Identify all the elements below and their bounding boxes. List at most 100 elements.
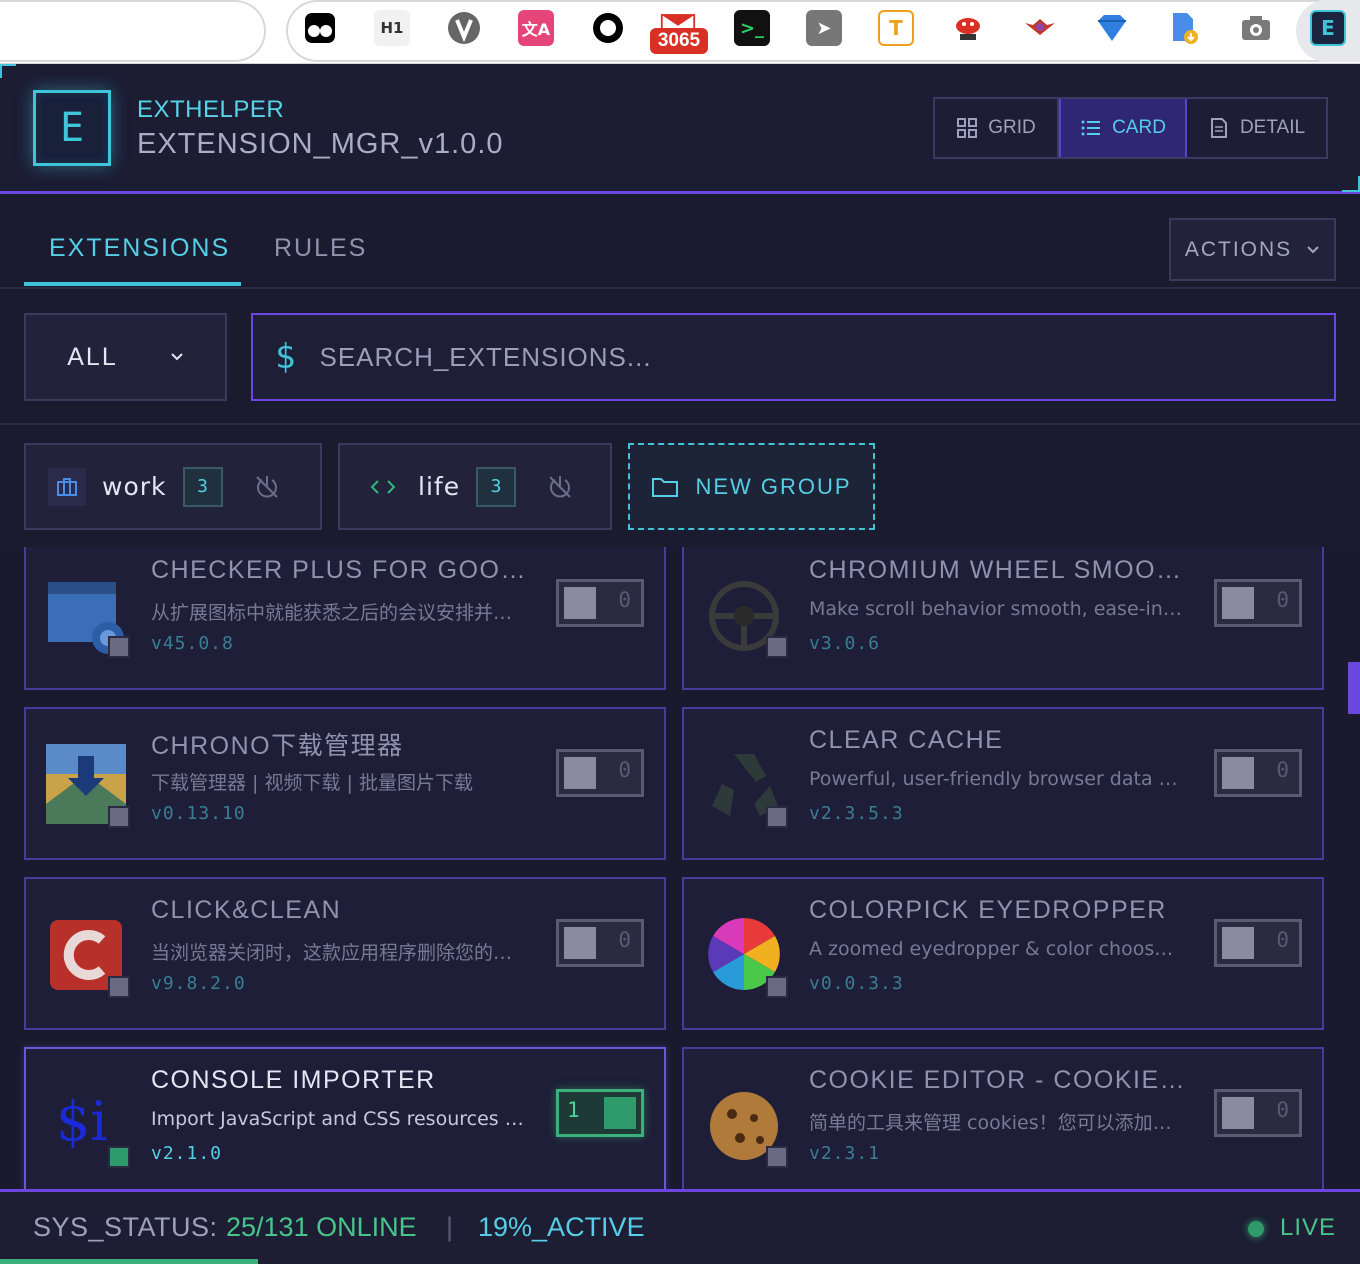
chevron-down-icon <box>171 353 183 361</box>
extension-card[interactable]: COLORPICK EYEDROPPER A zoomed eyedropper… <box>682 877 1324 1030</box>
extension-version: v45.0.8 <box>151 633 234 654</box>
extension-card[interactable]: CLEAR CACHE Powerful, user-friendly brow… <box>682 707 1324 860</box>
view-card-label: CARD <box>1112 117 1166 138</box>
extension-toggle[interactable]: 0 <box>1214 749 1302 797</box>
status-indicator <box>766 1146 788 1168</box>
extension-card[interactable]: $i CONSOLE IMPORTER Import JavaScript an… <box>24 1047 666 1189</box>
extension-name: CLEAR CACHE <box>809 726 1004 754</box>
extension-card[interactable]: COOKIE EDITOR - COOKIE MANAGER 简单的工具来管理 … <box>682 1047 1324 1189</box>
tab-rules[interactable]: RULES <box>274 234 367 263</box>
extension-grid: CHECKER PLUS FOR GOOGLE CALENDAR 从扩展图标中就… <box>0 547 1360 1189</box>
active-tab-indicator <box>24 282 241 286</box>
recycle-icon <box>704 744 788 828</box>
extension-version: v2.3.5.3 <box>809 803 904 824</box>
vimium-icon[interactable] <box>446 10 482 46</box>
extension-toggle[interactable]: 0 <box>1214 919 1302 967</box>
bird-icon[interactable] <box>1022 10 1058 46</box>
extension-version: v2.3.1 <box>809 1143 881 1164</box>
new-group-button[interactable]: NEW GROUP <box>628 443 875 530</box>
extension-name: CHRONO下载管理器 <box>151 732 404 760</box>
group-name: work <box>102 472 167 501</box>
status-indicator <box>108 976 130 998</box>
translate-icon[interactable]: 文A <box>518 10 554 46</box>
dollar-prompt-icon: $ <box>275 337 296 377</box>
group-chip-life[interactable]: life 3 <box>338 443 612 530</box>
scrollbar-thumb[interactable] <box>1348 662 1360 714</box>
extension-version: v0.0.3.3 <box>809 973 904 994</box>
briefcase-icon <box>48 467 86 506</box>
filter-select-value: ALL <box>67 342 118 371</box>
group-name: life <box>418 472 461 501</box>
color-wheel-icon <box>704 914 788 998</box>
extension-description: 简单的工具来管理 cookies！您可以添加、删除、编辑 <box>809 1112 1184 1134</box>
extension-card[interactable]: CHROMIUM WHEEL SMOOTH SCROLLER Make scro… <box>682 547 1324 690</box>
crab-icon[interactable] <box>950 10 986 46</box>
extension-description: Make scroll behavior smooth, ease-in-out… <box>809 598 1184 620</box>
extension-toggle[interactable]: 0 <box>1214 579 1302 627</box>
document-icon <box>1210 118 1227 138</box>
cursor-icon[interactable]: ➤ <box>806 10 842 46</box>
view-grid-label: GRID <box>988 117 1036 138</box>
extension-version: v2.1.0 <box>151 1143 223 1164</box>
extension-toggle[interactable]: 0 <box>1214 1089 1302 1137</box>
extension-name: CHROMIUM WHEEL SMOOTH SCROLLER <box>809 556 1189 584</box>
status-label: SYS_STATUS: <box>33 1212 218 1242</box>
download-arrow-icon <box>46 744 130 828</box>
group-count: 3 <box>182 466 223 507</box>
extension-card[interactable]: CHRONO下载管理器 下载管理器 | 视频下载 | 批量图片下载 v0.13.… <box>24 707 666 860</box>
extension-name: COOKIE EDITOR - COOKIE MANAGER <box>809 1066 1189 1094</box>
diamond-icon[interactable] <box>1094 10 1130 46</box>
tab-extensions[interactable]: EXTENSIONS <box>49 234 230 263</box>
h1-icon[interactable]: H1 <box>374 10 410 46</box>
status-indicator <box>766 636 788 658</box>
extension-toggle[interactable]: 1 <box>556 1089 644 1137</box>
extension-version: v3.0.6 <box>809 633 881 654</box>
view-mode-switch: GRID CARD DETAIL <box>933 97 1328 159</box>
steering-wheel-icon <box>704 574 788 658</box>
chevron-down-icon <box>1307 245 1319 253</box>
tampermonkey-icon[interactable] <box>302 10 338 46</box>
cookie-icon <box>704 1084 788 1168</box>
extension-name: CONSOLE IMPORTER <box>151 1066 436 1094</box>
camera-icon[interactable] <box>1238 10 1274 46</box>
address-bar[interactable] <box>0 0 266 62</box>
status-indicator <box>766 806 788 828</box>
circle-icon[interactable] <box>590 10 626 46</box>
exthelper-icon[interactable]: E <box>1310 10 1346 46</box>
group-chip-work[interactable]: work 3 <box>24 443 322 530</box>
filter-select[interactable]: ALL <box>24 313 227 401</box>
extension-toggle[interactable]: 0 <box>556 579 644 627</box>
extension-toggle[interactable]: 0 <box>556 919 644 967</box>
status-active-percent: 19%_ACTIVE <box>478 1212 645 1242</box>
new-group-label: NEW GROUP <box>695 473 852 499</box>
grid-icon <box>957 118 978 138</box>
status-indicator <box>108 806 130 828</box>
extension-card[interactable]: CLICK&CLEAN 当浏览器关闭时，这款应用程序删除您的历史记录 v9.8.… <box>24 877 666 1030</box>
view-card-button[interactable]: CARD <box>1059 99 1187 157</box>
actions-dropdown[interactable]: ACTIONS <box>1169 218 1336 281</box>
corner-decoration <box>1342 176 1360 192</box>
text-icon[interactable]: T <box>878 10 914 46</box>
status-online-count: 25/131 ONLINE <box>226 1212 417 1242</box>
group-count: 3 <box>476 466 517 507</box>
list-icon <box>1081 120 1101 136</box>
brand-subtitle: EXTENSION_MGR_v1.0.0 <box>137 128 504 160</box>
live-label: LIVE <box>1280 1214 1337 1241</box>
search-input[interactable] <box>319 327 1280 387</box>
file-download-icon[interactable] <box>1166 10 1202 46</box>
status-indicator <box>108 636 130 658</box>
extension-toggle[interactable]: 0 <box>556 749 644 797</box>
extension-description: Powerful, user-friendly browser data cle… <box>809 768 1184 790</box>
view-grid-button[interactable]: GRID <box>935 99 1059 157</box>
power-off-icon[interactable] <box>253 473 281 501</box>
view-detail-button[interactable]: DETAIL <box>1187 99 1326 157</box>
app-logo: E <box>33 90 111 166</box>
search-box: $ <box>251 313 1336 401</box>
c-logo-icon <box>46 914 130 998</box>
power-off-icon[interactable] <box>546 473 574 501</box>
terminal-icon[interactable]: >_ <box>734 10 770 46</box>
live-indicator-icon <box>1248 1221 1264 1237</box>
extension-card[interactable]: CHECKER PLUS FOR GOOGLE CALENDAR 从扩展图标中就… <box>24 547 666 690</box>
view-detail-label: DETAIL <box>1239 117 1306 138</box>
extension-version: v9.8.2.0 <box>151 973 246 994</box>
